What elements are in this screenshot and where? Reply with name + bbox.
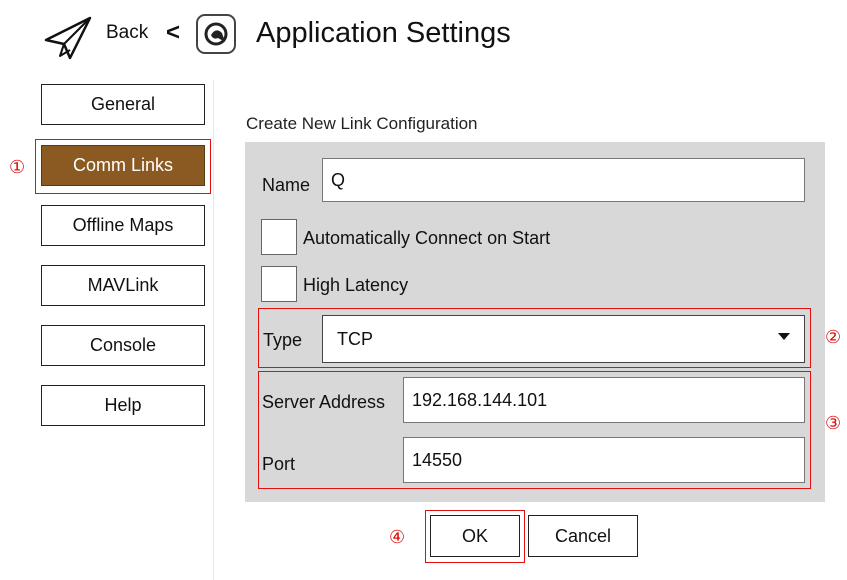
chevron-left-icon[interactable]: <: [166, 19, 180, 47]
back-button[interactable]: Back: [106, 22, 148, 44]
sidebar-item-label: MAVLink: [87, 275, 159, 295]
callout-1: ①: [9, 157, 26, 177]
callout-4: ④: [389, 527, 406, 547]
high-latency-label: High Latency: [303, 275, 409, 295]
sidebar-divider: [213, 80, 214, 580]
sidebar-item-label: Help: [104, 395, 142, 415]
high-latency-checkbox[interactable]: [261, 266, 297, 302]
callout-3: ③: [825, 413, 842, 433]
cancel-button[interactable]: Cancel: [528, 515, 638, 557]
highlight-box-2: [258, 308, 811, 368]
page-title: Application Settings: [256, 17, 511, 49]
name-field[interactable]: Q: [322, 158, 805, 202]
sidebar-item-general[interactable]: General: [41, 84, 205, 125]
highlight-box-3: [258, 371, 811, 489]
highlight-box-1: [35, 139, 211, 194]
sidebar-item-console[interactable]: Console: [41, 325, 205, 366]
qgc-logo-icon: [196, 14, 236, 54]
sidebar-item-offline-maps[interactable]: Offline Maps: [41, 205, 205, 246]
sidebar-item-help[interactable]: Help: [41, 385, 205, 426]
highlight-box-4: [425, 510, 525, 563]
sidebar-item-label: Console: [89, 335, 157, 355]
callout-2: ②: [825, 327, 842, 347]
sidebar-item-label: General: [90, 94, 156, 114]
sidebar-item-mavlink[interactable]: MAVLink: [41, 265, 205, 306]
paper-plane-icon[interactable]: [42, 14, 94, 62]
auto-connect-checkbox[interactable]: [261, 219, 297, 255]
section-title: Create New Link Configuration: [246, 114, 478, 133]
name-label: Name: [262, 175, 311, 195]
sidebar-item-label: Offline Maps: [72, 215, 174, 235]
auto-connect-label: Automatically Connect on Start: [303, 228, 551, 248]
